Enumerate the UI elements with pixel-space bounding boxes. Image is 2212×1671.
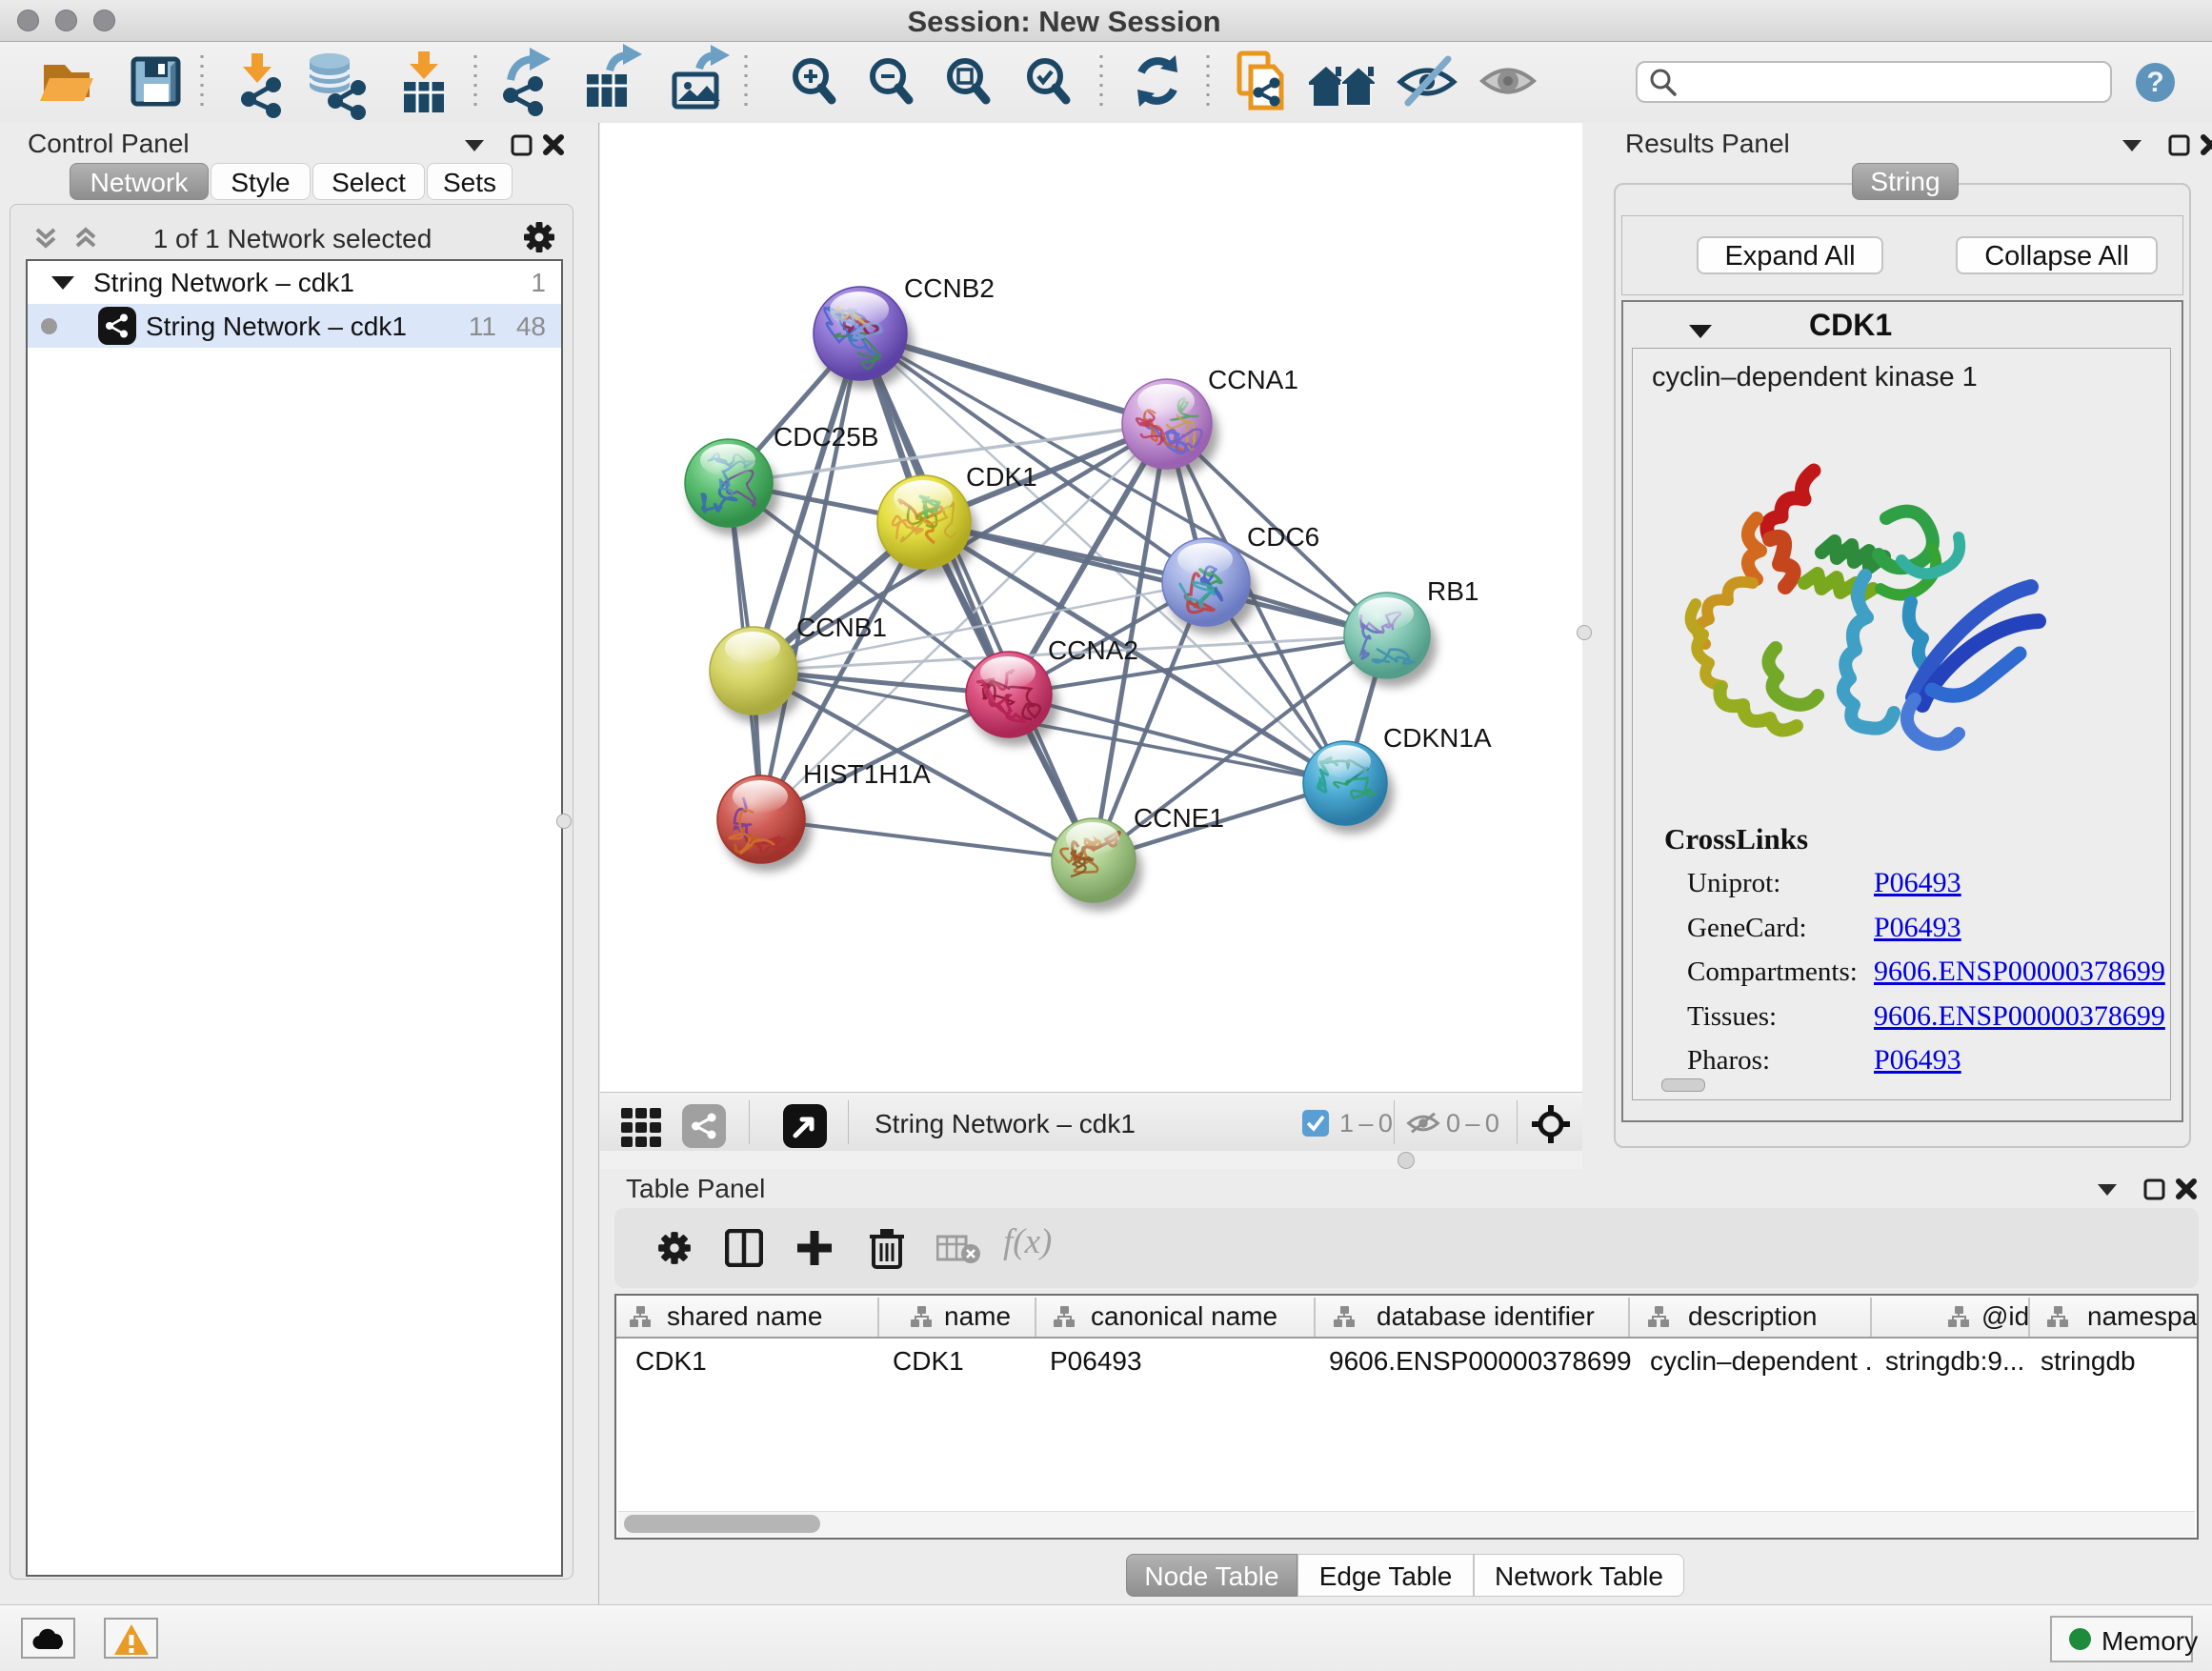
svg-text:description: description	[1688, 1301, 1817, 1331]
svg-text:CCNA1: CCNA1	[1208, 365, 1298, 394]
svg-text:name: name	[944, 1301, 1011, 1331]
svg-text:CDC25B: CDC25B	[774, 422, 878, 452]
svg-text:database identifier: database identifier	[1377, 1301, 1595, 1331]
svg-text:CCNB1: CCNB1	[796, 613, 887, 642]
svg-text:CDK1: CDK1	[966, 462, 1037, 492]
svg-text:HIST1H1A: HIST1H1A	[803, 759, 931, 789]
svg-text:namespace: namespace	[2087, 1301, 2197, 1331]
svg-text:CCNE1: CCNE1	[1134, 803, 1224, 833]
svg-text:CDC6: CDC6	[1247, 522, 1319, 552]
svg-text:canonical name: canonical name	[1091, 1301, 1277, 1331]
svg-text:CDKN1A: CDKN1A	[1383, 723, 1492, 753]
svg-text:CCNA2: CCNA2	[1048, 635, 1138, 665]
svg-text:CCNB2: CCNB2	[904, 273, 995, 303]
svg-text:RB1: RB1	[1427, 576, 1478, 606]
svg-text:@id: @id	[1981, 1301, 2029, 1331]
svg-text:shared name: shared name	[667, 1301, 822, 1331]
